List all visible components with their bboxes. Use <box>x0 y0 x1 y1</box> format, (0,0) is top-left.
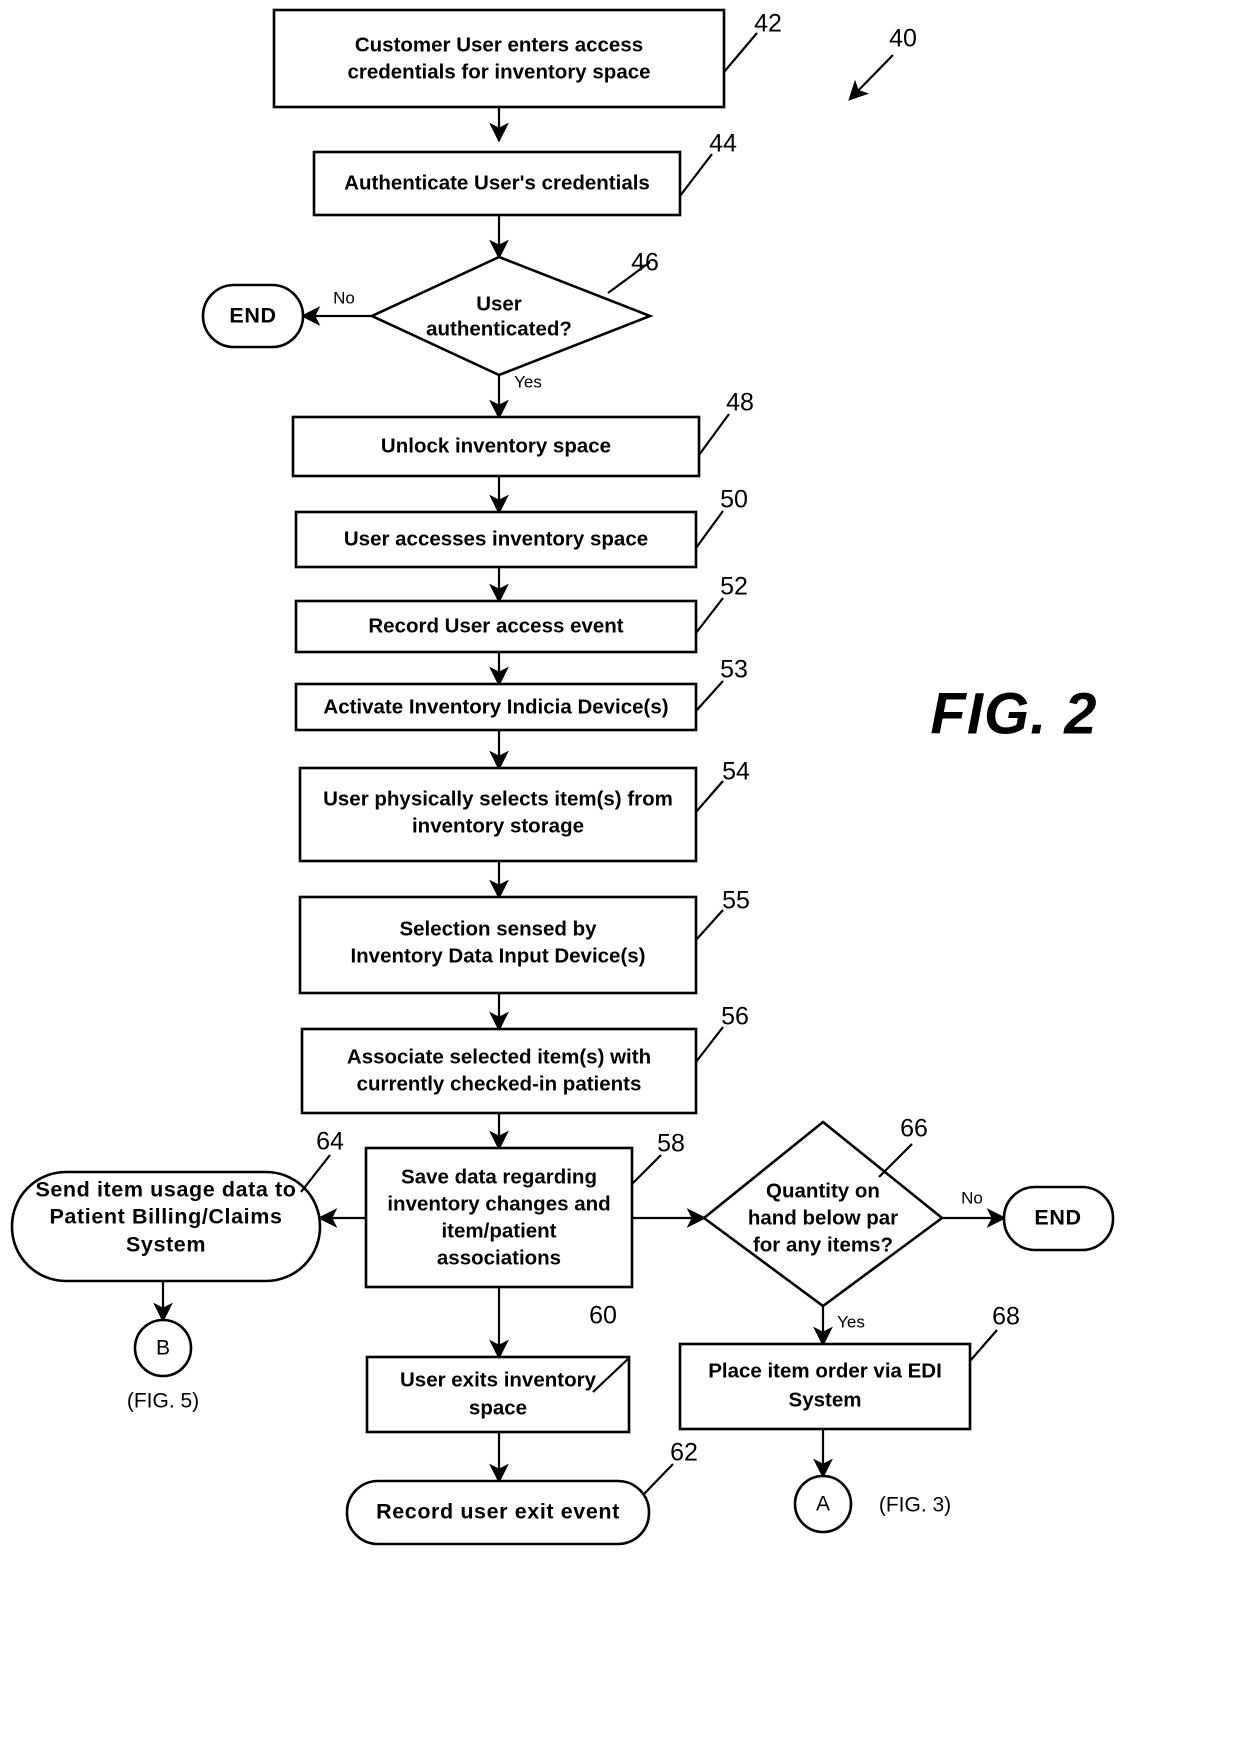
node-66-line-3: for any items? <box>753 1233 893 1256</box>
ref-number-58: 58 <box>657 1130 685 1158</box>
ref-number-50: 50 <box>720 486 748 514</box>
node-64-line-2: Patient Billing/Claims <box>49 1205 282 1229</box>
node-42-box <box>272 8 726 109</box>
flowchart-diagram: Customer User enters access credentials … <box>10 8 1115 1546</box>
node-58-line-1: Save data regarding <box>401 1165 597 1188</box>
node-44-line-1: Authenticate User's credentials <box>344 171 650 194</box>
leader-62 <box>643 1463 674 1495</box>
node-42-line-1: Customer User enters access <box>355 33 643 56</box>
node-58-save-data-inventory-changes: Save data regarding inventory changes an… <box>364 1130 685 1289</box>
leader-53 <box>695 680 724 712</box>
ref-number-52: 52 <box>720 573 748 601</box>
leader-58 <box>631 1154 662 1185</box>
connector-b-letter: B <box>156 1337 170 1360</box>
leader-55 <box>695 909 724 941</box>
node-54-user-physically-selects-items: User physically selects item(s) from inv… <box>298 758 750 863</box>
edge-label-yes-par: Yes <box>837 1312 865 1331</box>
ref-number-40: 40 <box>889 25 917 53</box>
node-55-selection-sensed-by-input-device: Selection sensed by Inventory Data Input… <box>298 887 750 995</box>
node-56-associate-items-with-patients: Associate selected item(s) with currentl… <box>300 1003 749 1115</box>
leader-64 <box>300 1154 331 1193</box>
node-42-line-2: credentials for inventory space <box>347 60 650 83</box>
node-58-line-4: associations <box>437 1246 561 1269</box>
ref-number-62: 62 <box>670 1439 698 1467</box>
ref-number-66: 66 <box>900 1115 928 1143</box>
node-62-line-1: Record user exit event <box>376 1500 620 1524</box>
node-46-line-1: User <box>476 292 522 315</box>
node-50-line-1: User accesses inventory space <box>344 527 648 550</box>
node-53-activate-inventory-indicia-device: Activate Inventory Indicia Device(s) 53 <box>294 656 748 732</box>
node-48-unlock-inventory-space: Unlock inventory space 48 <box>291 389 754 478</box>
node-68-box <box>678 1342 972 1431</box>
node-54-line-2: inventory storage <box>412 814 584 837</box>
node-64-line-3: System <box>126 1233 206 1257</box>
node-52-record-user-access-event: Record User access event 52 <box>294 573 748 654</box>
node-52-line-1: Record User access event <box>368 614 623 637</box>
end-1-label: END <box>229 304 276 328</box>
node-46-line-2: authenticated? <box>426 317 572 340</box>
ref-number-48: 48 <box>726 389 754 417</box>
node-46-user-authenticated-decision: User authenticated? 46 <box>368 249 659 377</box>
node-48-line-1: Unlock inventory space <box>381 434 611 457</box>
node-55-line-1: Selection sensed by <box>399 917 597 940</box>
ref-number-44: 44 <box>709 130 737 158</box>
node-64-send-item-usage-data: Send item usage data to Patient Billing/… <box>10 1128 344 1283</box>
ref-number-53: 53 <box>720 656 748 684</box>
node-56-box <box>300 1027 698 1115</box>
node-60-line-1: User exits inventory <box>400 1368 597 1391</box>
node-56-line-1: Associate selected item(s) with <box>347 1045 651 1068</box>
node-end-authentication-failed: END <box>201 283 305 349</box>
leader-42 <box>723 32 758 73</box>
leader-50 <box>695 510 724 549</box>
node-68-line-2: System <box>789 1388 862 1411</box>
node-60-line-2: space <box>469 1396 527 1419</box>
ref-number-60: 60 <box>589 1302 617 1330</box>
leader-48 <box>698 413 730 456</box>
node-64-line-1: Send item usage data to <box>35 1178 296 1202</box>
ref-number-54: 54 <box>722 758 750 786</box>
leader-66 <box>878 1143 913 1178</box>
leader-40-arrow <box>848 54 894 101</box>
node-42-enter-credentials: Customer User enters access credentials … <box>272 8 782 109</box>
node-54-line-1: User physically selects item(s) from <box>323 787 673 810</box>
offpage-connector-a: A (FIG. 3) <box>793 1474 951 1534</box>
patent-figure-page: Customer User enters access credentials … <box>0 0 1240 1737</box>
leader-68 <box>969 1329 998 1362</box>
node-46-diamond <box>368 255 654 377</box>
node-44-authenticate-credentials: Authenticate User's credentials 44 <box>312 130 737 217</box>
node-55-line-2: Inventory Data Input Device(s) <box>350 944 645 967</box>
leader-52 <box>695 597 724 634</box>
node-66-line-1: Quantity on <box>766 1179 880 1202</box>
node-58-line-3: item/patient <box>441 1219 556 1242</box>
ref-number-68: 68 <box>992 1303 1020 1331</box>
connector-a-letter: A <box>816 1493 830 1516</box>
ref-number-42: 42 <box>754 10 782 38</box>
connector-b-target-figref: (FIG. 5) <box>127 1390 199 1413</box>
edge-label-yes-auth: Yes <box>514 372 542 391</box>
edge-label-no-auth: No <box>333 288 355 307</box>
offpage-connector-b: B (FIG. 5) <box>127 1318 199 1413</box>
end-2-label: END <box>1034 1206 1081 1230</box>
node-66-line-2: hand below par <box>748 1206 898 1229</box>
leader-44 <box>679 153 713 197</box>
ref-number-55: 55 <box>722 887 750 915</box>
edge-label-no-par: No <box>961 1188 983 1207</box>
node-53-line-1: Activate Inventory Indicia Device(s) <box>323 695 668 718</box>
leader-56 <box>695 1026 724 1063</box>
system-reference-40: 40 <box>848 25 917 101</box>
leader-54 <box>695 780 724 813</box>
ref-number-56: 56 <box>721 1003 749 1031</box>
figure-title: FIG. 2 <box>930 681 1097 746</box>
node-50-user-accesses-inventory-space: User accesses inventory space 50 <box>294 486 748 569</box>
node-66-quantity-below-par-decision: Quantity on hand below par for any items… <box>701 1115 945 1308</box>
ref-number-46: 46 <box>631 249 659 277</box>
node-56-line-2: currently checked-in patients <box>357 1072 642 1095</box>
node-62-record-user-exit-event: Record user exit event 62 <box>345 1439 698 1546</box>
node-68-line-1: Place item order via EDI <box>708 1359 942 1382</box>
connector-a-target-figref: (FIG. 3) <box>879 1494 951 1517</box>
node-58-line-2: inventory changes and <box>387 1192 610 1215</box>
node-end-par-ok: END <box>1002 1185 1115 1252</box>
ref-number-64: 64 <box>316 1128 344 1156</box>
